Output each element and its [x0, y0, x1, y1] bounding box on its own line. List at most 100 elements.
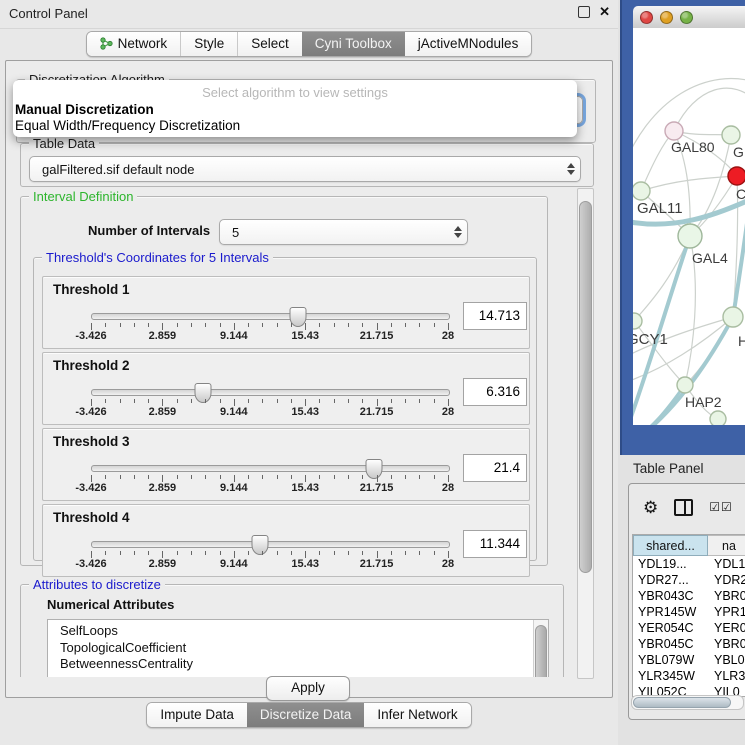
tick-mark	[148, 475, 149, 479]
threshold-value-field[interactable]: 14.713	[463, 302, 527, 330]
table-horizontal-scrollbar[interactable]	[631, 695, 744, 710]
scrollbar-thumb[interactable]	[535, 625, 547, 677]
cell-shared-name[interactable]: YDR27...	[633, 572, 708, 588]
network-node-gal80[interactable]	[665, 122, 683, 140]
threshold-slider-track[interactable]	[91, 465, 450, 472]
tab-style[interactable]: Style	[180, 32, 237, 56]
cell-name[interactable]: YBR0	[708, 636, 745, 652]
settings-scrollbar[interactable]	[577, 188, 594, 679]
tick-mark	[319, 399, 320, 403]
attribute-item-selfloops[interactable]: SelfLoops	[48, 620, 548, 640]
threshold-value-field[interactable]: 11.344	[463, 530, 527, 558]
threshold-panel-4: Threshold 4-3.4262.8599.14415.4321.71528…	[42, 504, 530, 577]
scrollbar-thumb[interactable]	[579, 201, 592, 573]
tick-label: 15.43	[291, 482, 319, 494]
tick-label: 15.43	[291, 330, 319, 342]
cell-shared-name[interactable]: YBR045C	[633, 636, 708, 652]
network-node-hap2[interactable]	[677, 377, 693, 393]
numerical-attributes-list[interactable]: SelfLoopsTopologicalCoefficientBetweenne…	[47, 619, 549, 677]
apply-button[interactable]: Apply	[266, 676, 350, 701]
scrollbar-thumb[interactable]	[633, 697, 731, 708]
cell-shared-name[interactable]: YER054C	[633, 620, 708, 636]
threshold-value-field[interactable]: 6.316	[463, 378, 527, 406]
tick-mark	[234, 323, 235, 330]
cell-shared-name[interactable]: YLR345W	[633, 668, 708, 684]
network-view-window: GAL80GCGAL11GAL4GCY1HHAP2	[620, 0, 745, 455]
number-of-intervals-combobox[interactable]: 5	[219, 219, 468, 245]
threshold-slider-track[interactable]	[91, 389, 450, 396]
network-node-gal11[interactable]	[633, 182, 650, 200]
tab-infer-network[interactable]: Infer Network	[364, 703, 470, 727]
tick-mark	[348, 551, 349, 555]
tick-mark	[262, 551, 263, 555]
table-row[interactable]: YBR043CYBR0	[633, 588, 745, 604]
attribute-item-betweennesscentrality[interactable]: BetweennessCentrality	[48, 656, 548, 673]
table-row[interactable]: YDR27...YDR2	[633, 572, 745, 588]
threshold-value-field[interactable]: 21.4	[463, 454, 527, 482]
table-row[interactable]: YBL079WYBL0	[633, 652, 745, 668]
tab-impute-data[interactable]: Impute Data	[147, 703, 247, 727]
node-label-gal4: GAL4	[692, 250, 728, 266]
float-window-icon[interactable]	[578, 6, 590, 18]
attribute-item-topologicalcoefficient[interactable]: TopologicalCoefficient	[48, 640, 548, 657]
algorithm-option-equal-width[interactable]: Equal Width/Frequency Discretization	[13, 118, 577, 134]
network-canvas[interactable]: GAL80GCGAL11GAL4GCY1HHAP2	[633, 28, 745, 425]
network-node-g[interactable]	[722, 126, 740, 144]
tick-label: -3.426	[75, 558, 106, 570]
tab-jactivemnodules[interactable]: jActiveMNodules	[405, 32, 532, 56]
table-data-title: Table Data	[29, 136, 99, 151]
interval-definition-group: Interval Definition Number of Intervals …	[20, 196, 548, 566]
close-icon[interactable]: ✕	[599, 6, 610, 18]
table-data-combobox[interactable]: galFiltered.sif default node	[29, 156, 581, 182]
tick-mark	[291, 323, 292, 327]
split-columns-icon[interactable]	[674, 499, 693, 516]
cell-name[interactable]: YBL0	[708, 652, 745, 668]
cell-name[interactable]: YLR3	[708, 668, 745, 684]
tab-cyni-toolbox[interactable]: Cyni Toolbox	[302, 32, 405, 56]
checkbox-pair-icon[interactable]: ☑☑	[709, 500, 733, 514]
attributes-list-scrollbar[interactable]	[533, 620, 548, 677]
cell-shared-name[interactable]: YPR145W	[633, 604, 708, 620]
minimize-traffic-light-icon[interactable]	[660, 11, 673, 24]
network-node[interactable]	[710, 411, 726, 425]
threshold-slider-track[interactable]	[91, 313, 450, 320]
gear-icon[interactable]: ⚙	[643, 499, 658, 516]
cell-shared-name[interactable]: YBL079W	[633, 652, 708, 668]
table-row[interactable]: YDL19...YDL1	[633, 556, 745, 572]
slider-tick-labels: -3.4262.8599.14415.4321.71528	[91, 330, 448, 342]
tick-mark	[162, 399, 163, 406]
network-node-c[interactable]	[728, 167, 745, 185]
tick-mark	[220, 551, 221, 555]
cell-shared-name[interactable]: YDL19...	[633, 556, 708, 572]
tick-mark	[205, 551, 206, 555]
tick-mark	[348, 399, 349, 403]
tab-discretize-data[interactable]: Discretize Data	[247, 703, 365, 727]
threshold-slider-track[interactable]	[91, 541, 450, 548]
tick-mark	[348, 323, 349, 327]
tab-select[interactable]: Select	[237, 32, 302, 56]
cell-name[interactable]: YER0	[708, 620, 745, 636]
tick-mark	[434, 551, 435, 555]
tab-network[interactable]: Network	[87, 32, 181, 56]
table-row[interactable]: YBR045CYBR0	[633, 636, 745, 652]
cell-name[interactable]: YBR0	[708, 588, 745, 604]
column-header-name[interactable]: na	[708, 535, 745, 556]
network-node-h[interactable]	[723, 307, 743, 327]
close-traffic-light-icon[interactable]	[640, 11, 653, 24]
node-label-gal80: GAL80	[671, 139, 715, 155]
cell-name[interactable]: YDL1	[708, 556, 745, 572]
column-header-shared-name[interactable]: shared...	[633, 535, 708, 556]
table-row[interactable]: YLR345WYLR3	[633, 668, 745, 684]
zoom-traffic-light-icon[interactable]	[680, 11, 693, 24]
table-row[interactable]: YER054CYER0	[633, 620, 745, 636]
tab-label-infer-network: Infer Network	[377, 707, 457, 722]
network-node-gal4[interactable]	[678, 224, 702, 248]
network-node-gcy1[interactable]	[633, 313, 642, 329]
table-row[interactable]: YPR145WYPR1	[633, 604, 745, 620]
algorithm-option-manual[interactable]: Manual Discretization	[13, 102, 577, 118]
cell-shared-name[interactable]: YBR043C	[633, 588, 708, 604]
cell-name[interactable]: YPR1	[708, 604, 745, 620]
cell-name[interactable]: YDR2	[708, 572, 745, 588]
tick-mark	[162, 551, 163, 558]
tick-mark	[334, 323, 335, 327]
